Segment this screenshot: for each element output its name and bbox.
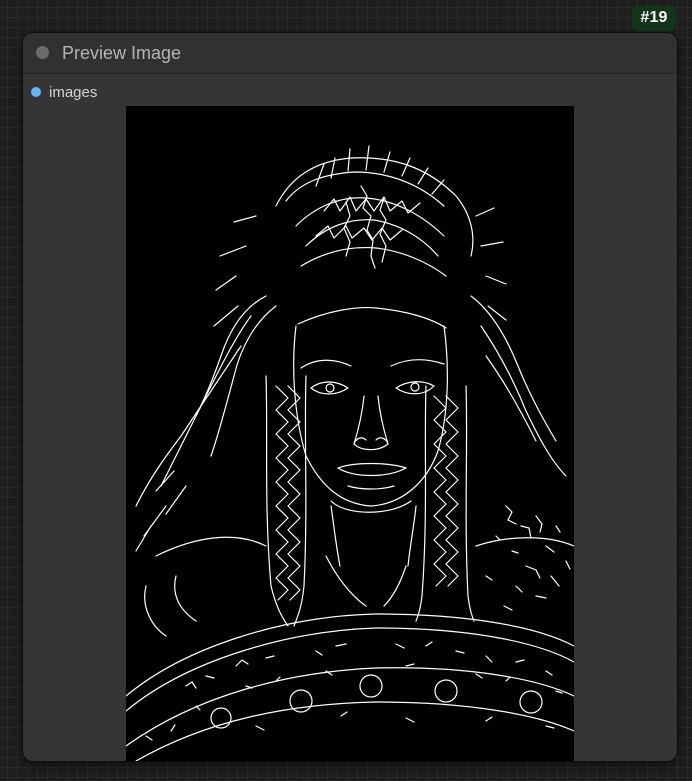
preview-image [126,106,574,761]
node-title: Preview Image [62,43,182,63]
node-header[interactable]: Preview Image [23,33,677,74]
input-slot-images[interactable]: images [31,83,97,101]
node-id-badge: #19 [632,5,676,31]
input-slot-label: images [49,83,98,101]
collapse-toggle-icon[interactable] [36,46,49,59]
preview-image-node[interactable]: Preview Image images [23,33,677,761]
input-connector-icon[interactable] [31,87,41,97]
edge-map-image [126,145,574,761]
